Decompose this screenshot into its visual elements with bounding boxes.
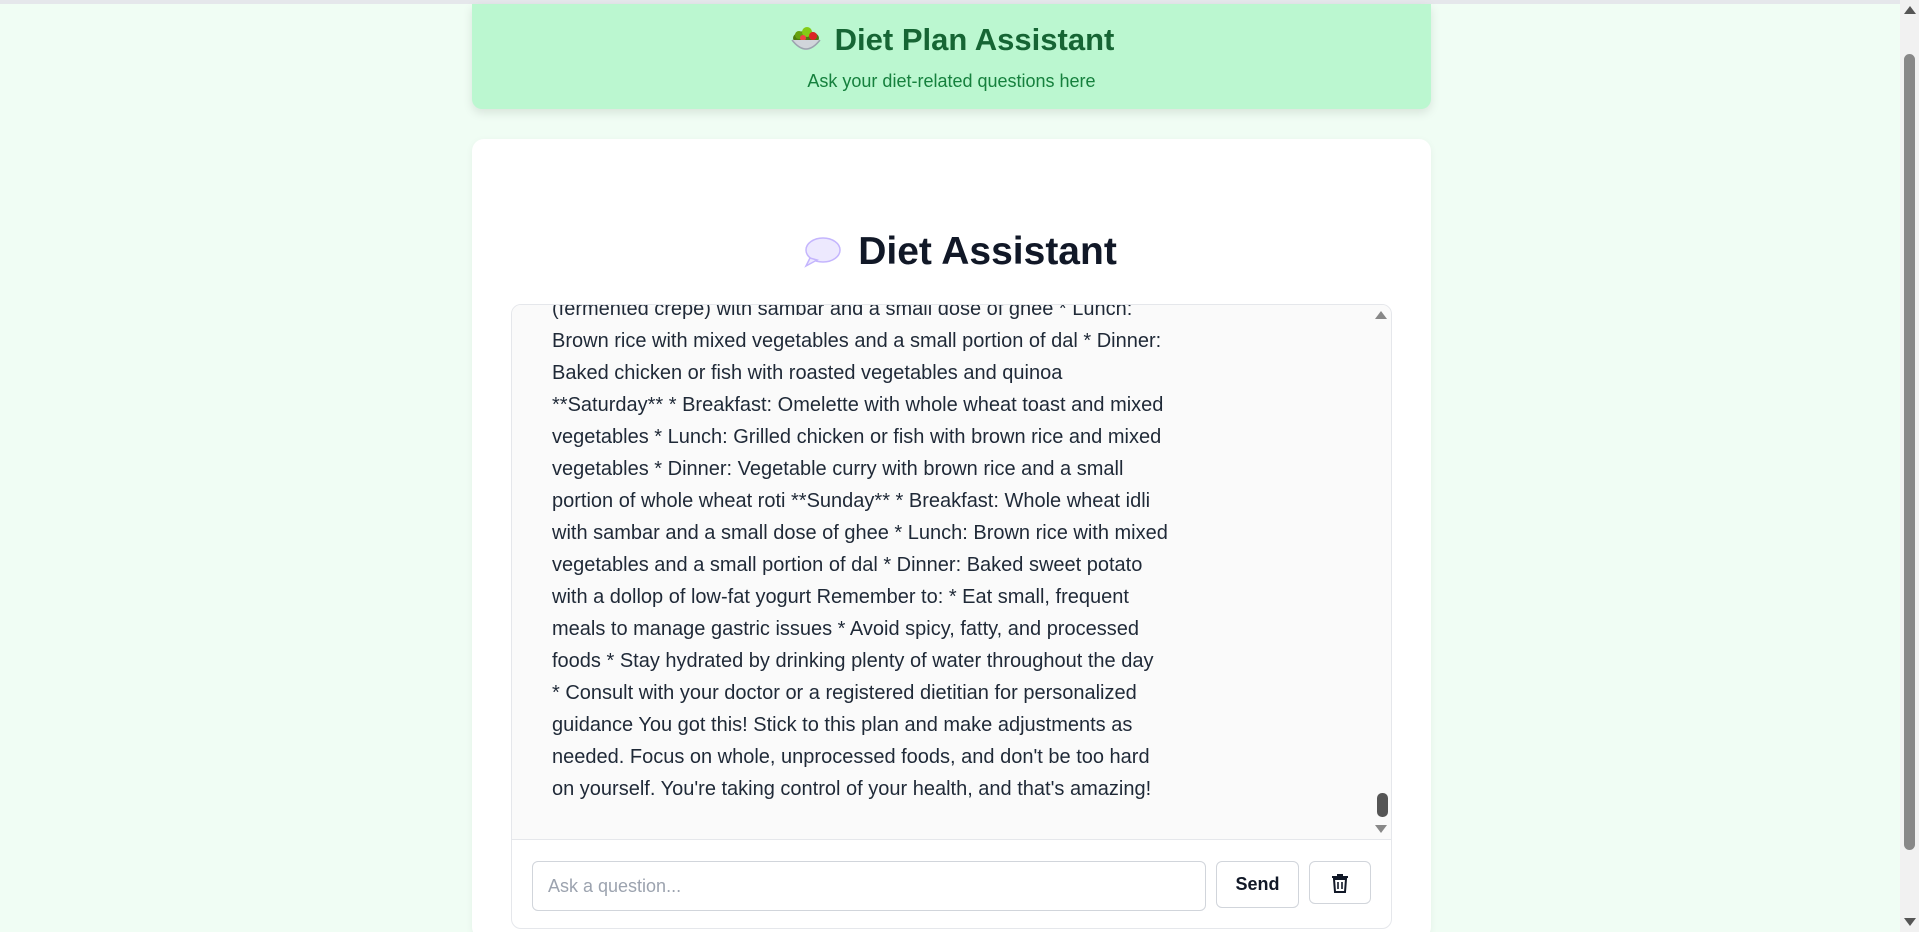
chat-box: (fermented crepe) with sambar and a smal…	[511, 304, 1392, 929]
assistant-message: (fermented crepe) with sambar and a smal…	[552, 305, 1174, 805]
header-title: Diet Plan Assistant	[834, 22, 1115, 57]
question-input[interactable]	[532, 861, 1206, 911]
assistant-title: Diet Assistant	[858, 230, 1117, 273]
clear-chat-button[interactable]	[1309, 861, 1371, 904]
chat-scroll-up-arrow[interactable]	[1375, 311, 1387, 319]
message-line: with sambar and a small dose of ghee * L…	[552, 522, 1168, 544]
speech-bubble-icon	[804, 237, 841, 268]
message-line: meals to manage gastric issues * Avoid s…	[552, 618, 1139, 640]
header-subtitle: Ask your diet-related questions here	[807, 71, 1096, 91]
app-header: Diet Plan Assistant Ask your diet-relate…	[472, 4, 1431, 109]
message-line: needed. Focus on whole, unprocessed food…	[552, 746, 1150, 768]
message-line: portion of whole wheat roti **Sunday** *…	[552, 490, 1151, 512]
send-button[interactable]: Send	[1216, 861, 1299, 908]
assistant-title-row: Diet Assistant	[0, 230, 1919, 274]
message-line: guidance You got this! Stick to this pla…	[552, 714, 1133, 736]
chat-scroll-down-arrow[interactable]	[1375, 825, 1387, 833]
message-line: vegetables * Dinner: Vegetable curry wit…	[552, 458, 1124, 480]
message-line: vegetables and a small portion of dal * …	[552, 554, 1143, 576]
chat-scrollbar-thumb[interactable]	[1377, 793, 1388, 817]
input-row: Send	[512, 839, 1391, 928]
trash-icon	[1332, 873, 1348, 893]
message-list[interactable]: (fermented crepe) with sambar and a smal…	[512, 305, 1391, 839]
message-line: foods * Stay hydrated by drinking plenty…	[552, 650, 1154, 672]
page-scroll-up-arrow[interactable]	[1904, 6, 1916, 14]
header-title-row: Diet Plan Assistant	[472, 22, 1431, 58]
salad-icon	[791, 27, 821, 50]
page-scrollbar-thumb[interactable]	[1904, 54, 1915, 850]
message-line: (fermented crepe) with sambar and a smal…	[552, 305, 1133, 320]
message-line: Baked chicken or fish with roasted veget…	[552, 362, 1063, 384]
message-line: **Saturday** * Breakfast: Omelette with …	[552, 394, 1164, 416]
message-line: with a dollop of low-fat yogurt Remember…	[552, 586, 1129, 608]
message-line: * Consult with your doctor or a register…	[552, 682, 1137, 704]
message-line: vegetables * Lunch: Grilled chicken or f…	[552, 426, 1162, 448]
message-line: Brown rice with mixed vegetables and a s…	[552, 330, 1162, 352]
page-scrollbar[interactable]	[1900, 0, 1919, 932]
page-scroll-down-arrow[interactable]	[1904, 918, 1916, 926]
message-line: on yourself. You're taking control of yo…	[552, 778, 1152, 800]
